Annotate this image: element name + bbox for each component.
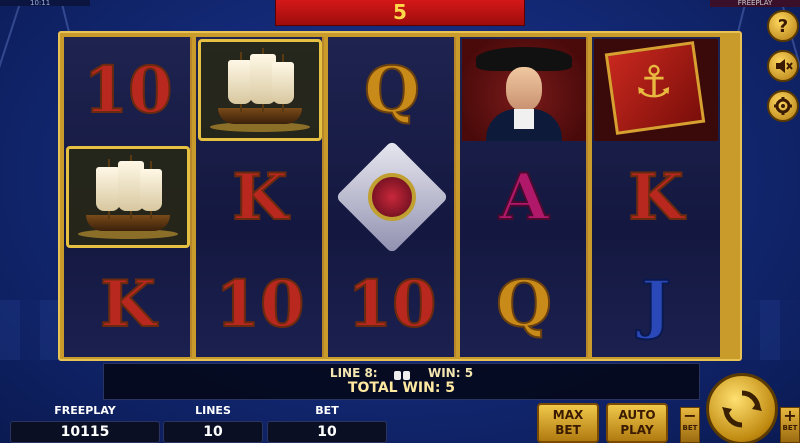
ship-icon (210, 48, 310, 132)
symbol-admiral (460, 37, 588, 143)
help-button[interactable]: ? (767, 10, 799, 42)
win-info-bar: LINE 8: WIN: 5 TOTAL WIN: 5 (103, 363, 700, 400)
freeplay-value: 10115 (10, 421, 160, 443)
reels-frame: 10 K K 10 Q 10 A Q ⚓ K J (58, 31, 742, 361)
reel-5: ⚓ K J (592, 37, 720, 357)
symbol-ten: 10 (346, 266, 437, 343)
mode-status: FREEPLAY (710, 0, 800, 7)
symbol-queen: Q (495, 266, 553, 343)
reel-3: Q 10 (328, 37, 456, 357)
symbol-king: K (231, 159, 289, 236)
bet-minus-button[interactable]: − BET (680, 407, 700, 443)
symbol-medal (328, 140, 456, 254)
medal-icon (335, 140, 449, 254)
sound-button[interactable] (767, 50, 799, 82)
symbol-ship-highlighted (196, 37, 324, 143)
bet-plus-button[interactable]: + BET (780, 407, 800, 443)
ship-icon (78, 155, 178, 239)
gear-icon (774, 97, 792, 115)
admiral-icon (462, 39, 586, 141)
auto-play-button[interactable]: AUTO PLAY (606, 403, 668, 443)
spin-button[interactable] (706, 373, 778, 443)
line-label: LINE 8: (329, 366, 378, 380)
symbol-jack: J (640, 266, 672, 343)
bet-panel[interactable]: BET 10 (267, 402, 387, 443)
reel-2: K 10 (196, 37, 324, 357)
ship-icon (393, 369, 412, 380)
book-icon: ⚓ (594, 39, 718, 141)
total-win: TOTAL WIN: 5 (347, 380, 456, 396)
speaker-muted-icon (776, 59, 793, 73)
clock-status: 10:11 (0, 0, 90, 7)
freeplay-panel: FREEPLAY 10115 (10, 402, 160, 443)
line-win: WIN: 5 (427, 366, 474, 380)
symbol-king: K (627, 159, 685, 236)
reel-1: 10 K (64, 37, 192, 357)
reel-4: A Q (460, 37, 588, 357)
symbol-book: ⚓ (592, 37, 720, 143)
symbol-ten: 10 (214, 266, 305, 343)
question-icon: ? (777, 15, 789, 37)
lines-panel[interactable]: LINES 10 (163, 402, 263, 443)
symbol-ace: A (498, 159, 550, 236)
symbol-king: K (99, 266, 157, 343)
max-bet-button[interactable]: MAX BET (537, 403, 599, 443)
symbol-queen: Q (363, 52, 421, 129)
symbol-ship-highlighted (64, 144, 192, 250)
refresh-icon (722, 390, 762, 428)
settings-button[interactable] (767, 90, 799, 122)
lines-value[interactable]: 10 (163, 421, 263, 443)
bet-value[interactable]: 10 (267, 421, 387, 443)
win-counter: 5 (275, 0, 525, 26)
symbol-ten: 10 (82, 52, 173, 129)
anchor-icon: ⚓ (634, 57, 674, 108)
